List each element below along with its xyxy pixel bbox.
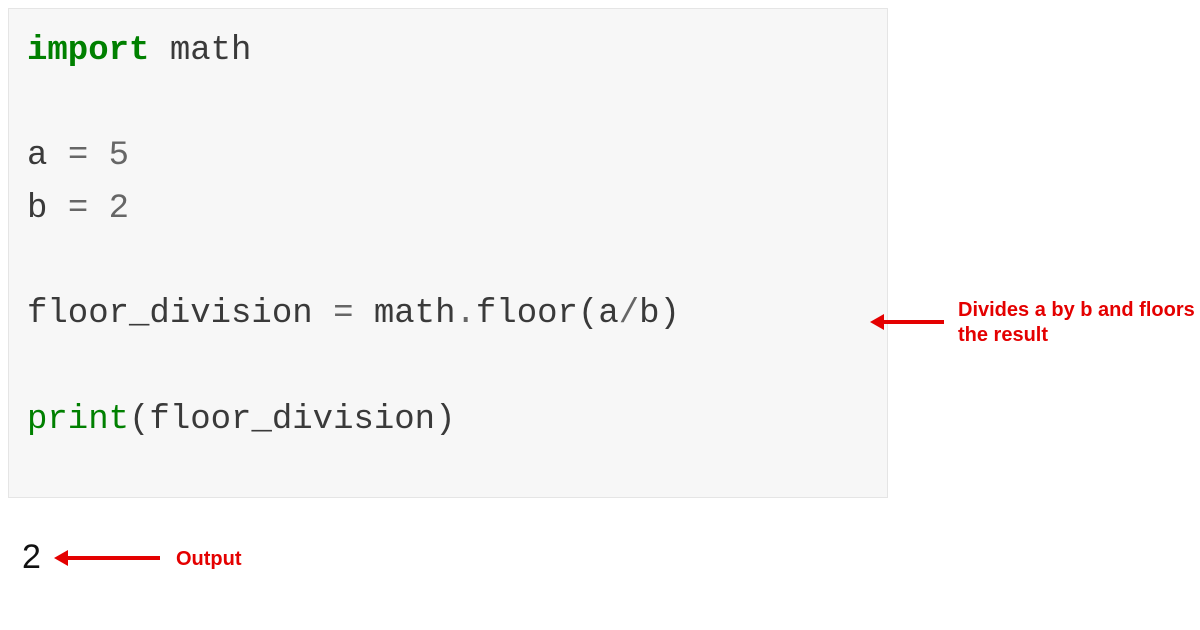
- code-token: a: [27, 137, 68, 175]
- code-token: math: [353, 295, 455, 333]
- code-line: a = 5: [27, 130, 869, 183]
- code-line: print(floor_division): [27, 394, 869, 447]
- annotation-output-label: Output: [176, 548, 242, 571]
- program-output: 2: [22, 538, 41, 577]
- code-line: [27, 78, 869, 131]
- code-token: floor_division: [27, 295, 333, 333]
- annotation-code-comment: Divides a by b and floors the result: [958, 298, 1198, 348]
- code-token: =: [333, 295, 353, 333]
- code-token: math: [149, 32, 251, 70]
- code-line: floor_division = math.floor(a/b): [27, 288, 869, 341]
- code-token: import: [27, 32, 149, 70]
- code-token: print: [27, 401, 129, 439]
- code-token: b): [639, 295, 680, 333]
- code-token: b: [27, 190, 68, 228]
- code-token: =: [68, 190, 88, 228]
- code-token: floor(a: [476, 295, 619, 333]
- code-token: [88, 137, 108, 175]
- code-token: [88, 190, 108, 228]
- code-token: /: [619, 295, 639, 333]
- code-line: [27, 341, 869, 394]
- code-token: 5: [109, 137, 129, 175]
- code-line: b = 2: [27, 183, 869, 236]
- code-token: (floor_division): [129, 401, 455, 439]
- code-block: import math a = 5b = 2 floor_division = …: [8, 8, 888, 498]
- code-token: 2: [109, 190, 129, 228]
- document-stage: import math a = 5b = 2 floor_division = …: [0, 0, 1200, 630]
- code-token: .: [456, 295, 476, 333]
- code-line: [27, 236, 869, 289]
- code-line: import math: [27, 25, 869, 78]
- code-token: =: [68, 137, 88, 175]
